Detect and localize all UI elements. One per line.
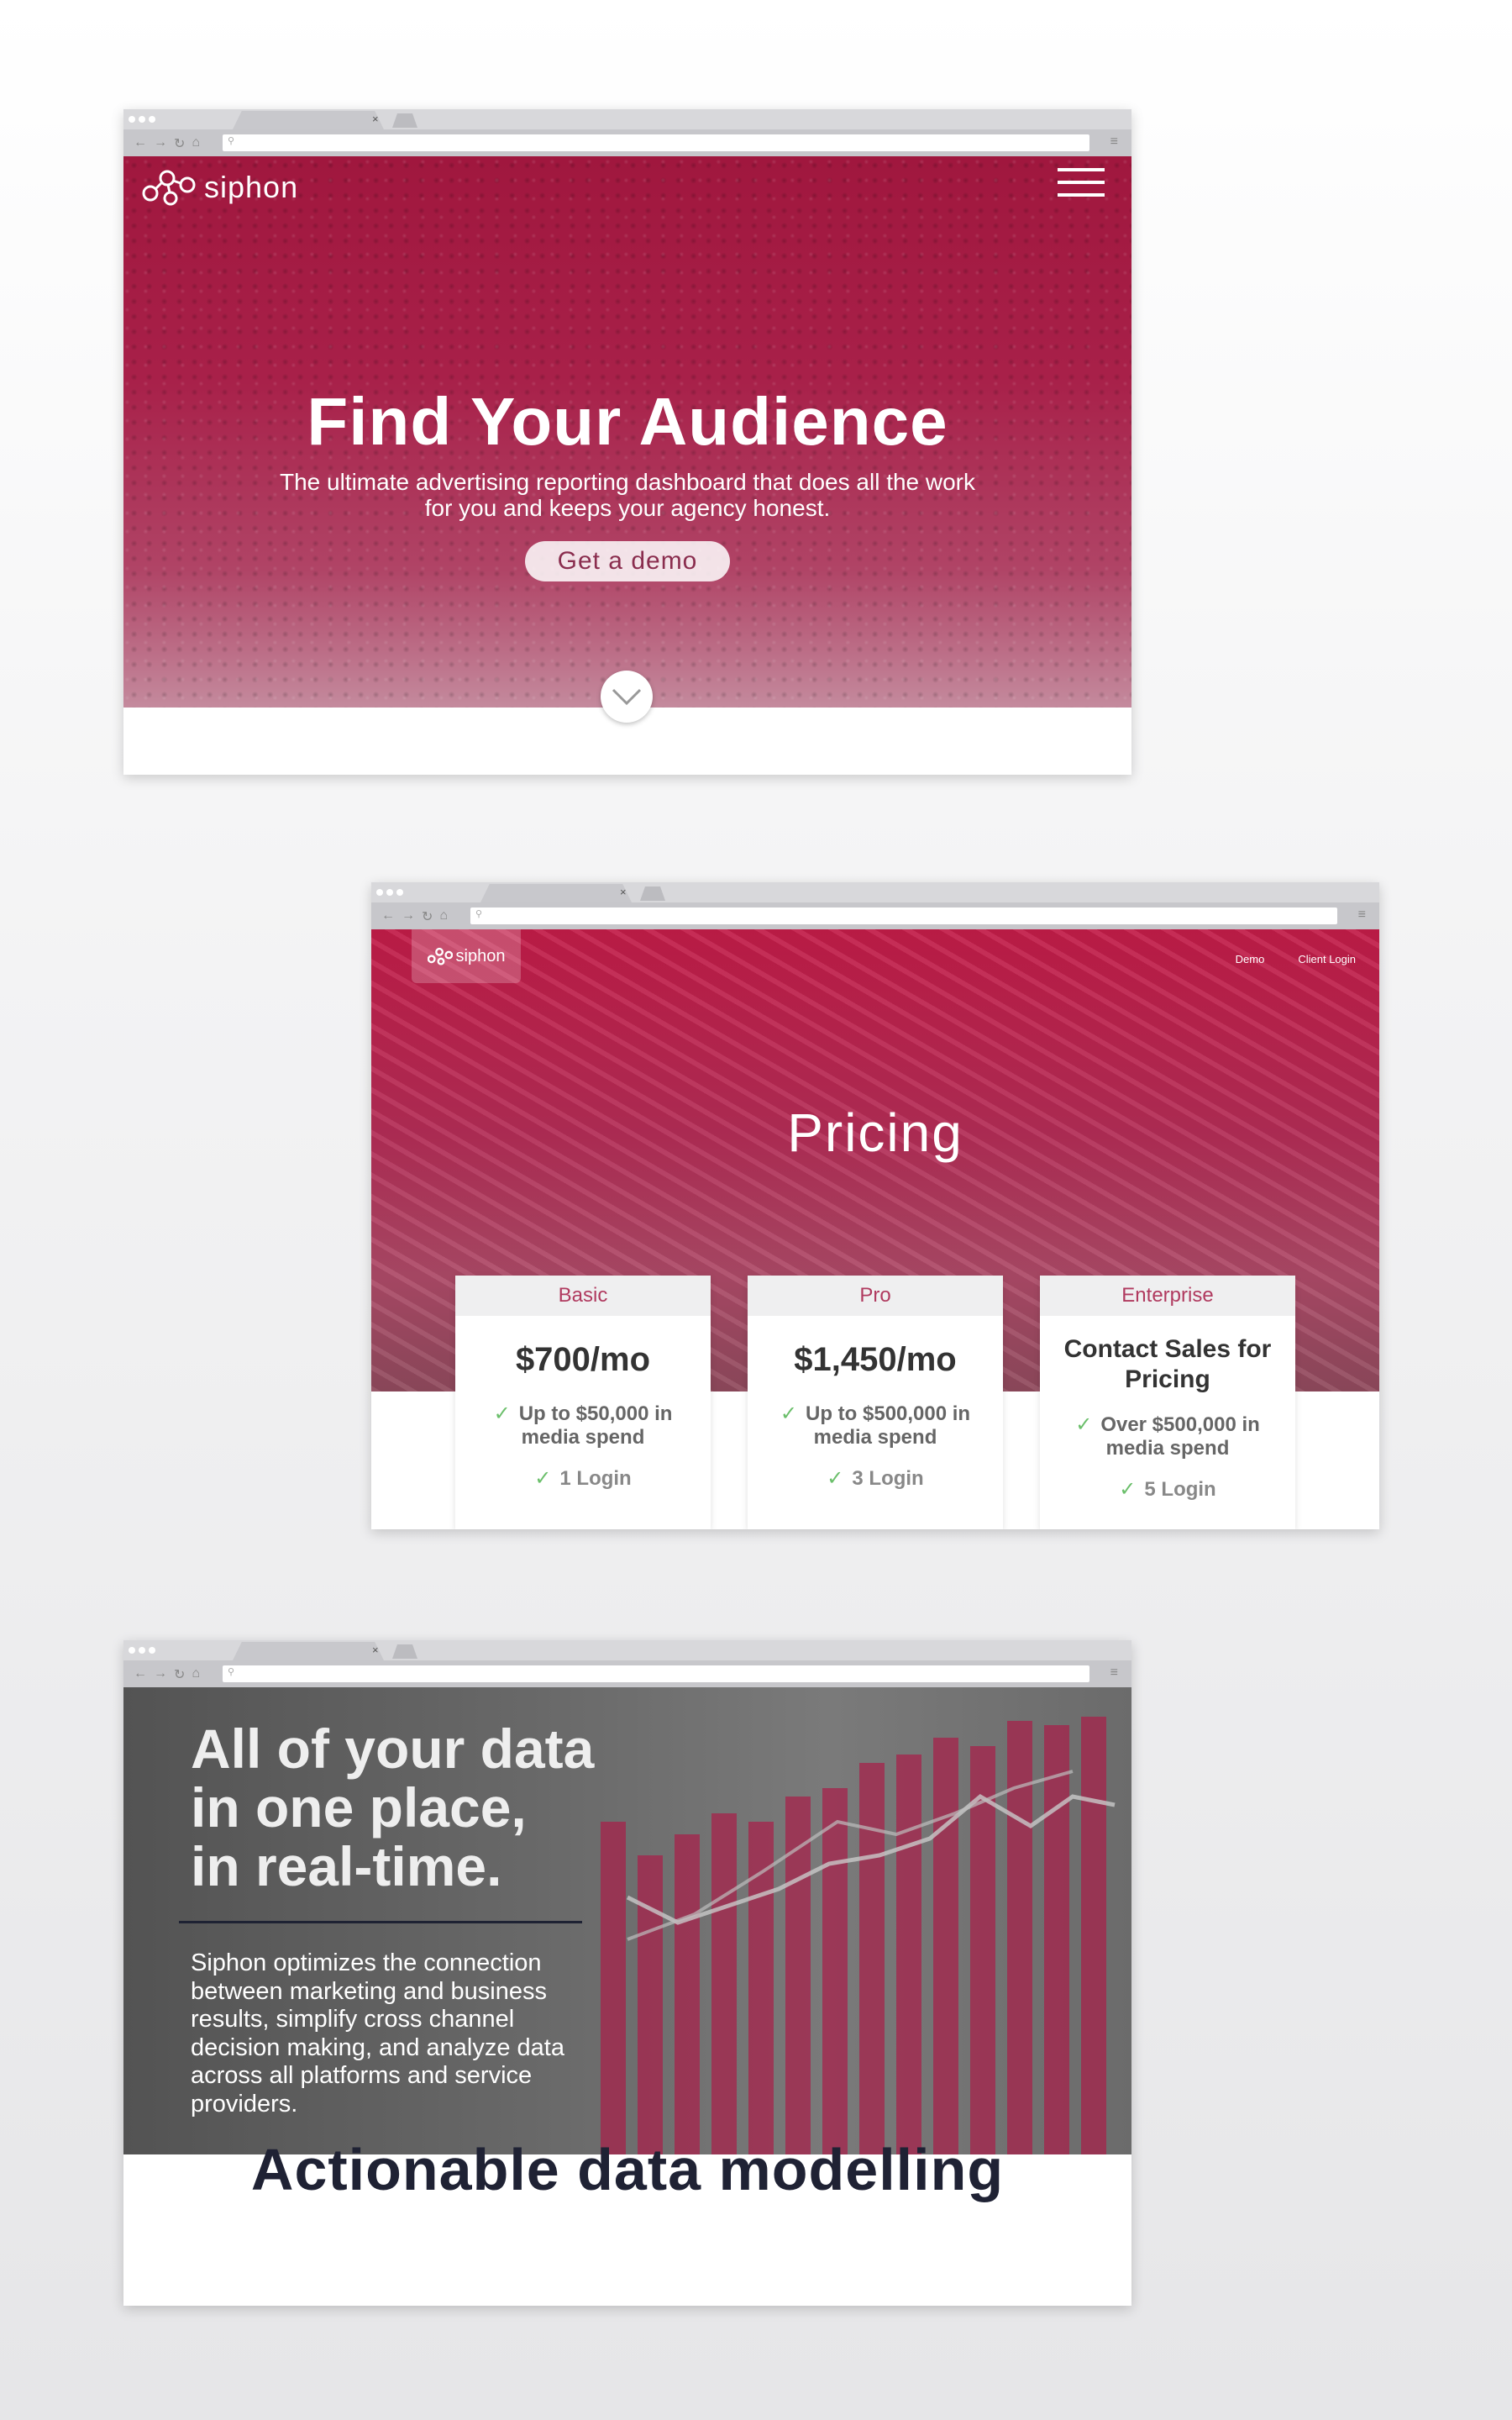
nav-demo-link[interactable]: Demo [1236, 953, 1265, 965]
browser-tab-strip: × [123, 1640, 1131, 1660]
window-controls[interactable] [376, 889, 403, 896]
forward-icon[interactable]: → [154, 135, 167, 152]
logo-mark-icon [142, 170, 196, 206]
browser-tab[interactable] [480, 884, 632, 902]
menu-icon[interactable]: ≡ [1110, 134, 1118, 150]
chevron-down-icon [612, 688, 642, 706]
back-icon[interactable]: ← [134, 135, 147, 152]
home-icon[interactable]: ⌂ [439, 908, 448, 925]
close-tab-icon[interactable]: × [372, 1644, 379, 1656]
reload-icon[interactable]: ↻ [174, 135, 185, 152]
new-tab-button[interactable] [392, 113, 417, 128]
browser-toolbar: ← → ↻ ⌂ ⚲ ≡ [123, 1660, 1131, 1687]
browser-tab-strip: × [123, 109, 1131, 129]
logo-text: siphon [455, 946, 506, 965]
check-icon: ✓ [1119, 1478, 1137, 1501]
browser-tab[interactable] [233, 1642, 384, 1660]
site-logo[interactable]: siphon [412, 929, 521, 983]
plan-logins: ✓ 3 Login [827, 1467, 924, 1490]
plan-price: $700/mo [515, 1341, 651, 1378]
plan-feature: ✓ Up to $500,000 in media spend [780, 1402, 971, 1449]
site-logo[interactable]: siphon [142, 168, 298, 207]
top-nav: Demo Client Login [1236, 953, 1356, 965]
new-tab-button[interactable] [392, 1644, 417, 1659]
plan-name: Pro [748, 1276, 1003, 1316]
plan-name: Enterprise [1040, 1276, 1295, 1316]
hero-section: siphon Find Your Audience The ultimate a… [123, 156, 1131, 708]
plan-feature: ✓ Up to $50,000 in media spend [493, 1402, 673, 1449]
plan-card-basic[interactable]: Basic $700/mo ✓ Up to $50,000 in media sp… [455, 1276, 711, 1529]
new-tab-button[interactable] [640, 886, 665, 901]
check-icon: ✓ [780, 1402, 798, 1425]
address-bar[interactable]: ⚲ [223, 134, 1089, 151]
plan-card-enterprise[interactable]: Enterprise Contact Sales for Pricing ✓ Ov… [1040, 1276, 1295, 1529]
section-caption: Actionable data modelling [250, 2137, 1005, 2202]
plan-name: Basic [455, 1276, 711, 1316]
reload-icon[interactable]: ↻ [422, 908, 433, 925]
check-icon: ✓ [534, 1467, 552, 1490]
logo-mark-icon [427, 947, 453, 965]
home-icon[interactable]: ⌂ [192, 135, 200, 152]
browser-tab[interactable] [233, 111, 384, 129]
window-controls[interactable] [129, 116, 155, 123]
menu-icon[interactable]: ≡ [1358, 908, 1366, 923]
home-icon[interactable]: ⌂ [192, 1666, 200, 1683]
hamburger-menu-icon[interactable] [1058, 168, 1105, 206]
forward-icon[interactable]: → [154, 1666, 167, 1683]
back-icon[interactable]: ← [134, 1666, 147, 1683]
browser-window-pricing: × ← → ↻ ⌂ ⚲ ≡ siphon Demo Client Login P… [371, 882, 1379, 1529]
address-bar[interactable]: ⚲ [470, 908, 1337, 924]
browser-tab-strip: × [371, 882, 1379, 902]
title-divider [179, 1921, 582, 1923]
check-icon: ✓ [1075, 1413, 1093, 1436]
data-hero: All of your data in one place, in real-t… [123, 1687, 1131, 2154]
plan-price: Contact Sales for Pricing [1063, 1335, 1272, 1393]
browser-toolbar: ← → ↻ ⌂ ⚲ ≡ [123, 129, 1131, 156]
search-icon: ⚲ [228, 1667, 235, 1677]
close-tab-icon[interactable]: × [372, 113, 379, 125]
search-icon: ⚲ [475, 909, 483, 919]
logo-text: siphon [204, 170, 299, 204]
plan-logins: ✓ 5 Login [1119, 1478, 1216, 1501]
close-tab-icon[interactable]: × [620, 886, 627, 898]
search-icon: ⚲ [228, 136, 235, 146]
scroll-down-button[interactable] [601, 671, 653, 723]
window-controls[interactable] [129, 1647, 155, 1654]
check-icon: ✓ [493, 1402, 511, 1425]
nav-client-login-link[interactable]: Client Login [1298, 953, 1356, 965]
plan-price: $1,450/mo [794, 1341, 957, 1378]
browser-window-data: × ← → ↻ ⌂ ⚲ ≡ All of your data in one pl… [123, 1640, 1131, 2306]
plan-logins: ✓ 1 Login [534, 1467, 632, 1490]
pricing-title: Pricing [787, 1102, 963, 1163]
reload-icon[interactable]: ↻ [174, 1666, 185, 1683]
hero-subtitle: The ultimate advertising reporting dashb… [279, 469, 976, 521]
menu-icon[interactable]: ≡ [1110, 1665, 1118, 1681]
data-section-body: Siphon optimizes the connection between … [191, 1949, 564, 2118]
plan-feature: ✓ Over $500,000 in media spend [1075, 1413, 1260, 1460]
browser-window-landing: × ← → ↻ ⌂ ⚲ ≡ siphon Find Your Audience … [123, 109, 1131, 775]
back-icon[interactable]: ← [381, 908, 395, 925]
data-section-title: All of your data in one place, in real-t… [191, 1718, 595, 1897]
forward-icon[interactable]: → [402, 908, 415, 925]
plan-card-pro[interactable]: Pro $1,450/mo ✓ Up to $500,000 in media s… [748, 1276, 1003, 1529]
check-icon: ✓ [827, 1467, 844, 1490]
hero-title: Find Your Audience [307, 384, 948, 459]
address-bar[interactable]: ⚲ [223, 1665, 1089, 1682]
get-demo-button[interactable]: Get a demo [525, 541, 730, 581]
browser-toolbar: ← → ↻ ⌂ ⚲ ≡ [371, 902, 1379, 929]
